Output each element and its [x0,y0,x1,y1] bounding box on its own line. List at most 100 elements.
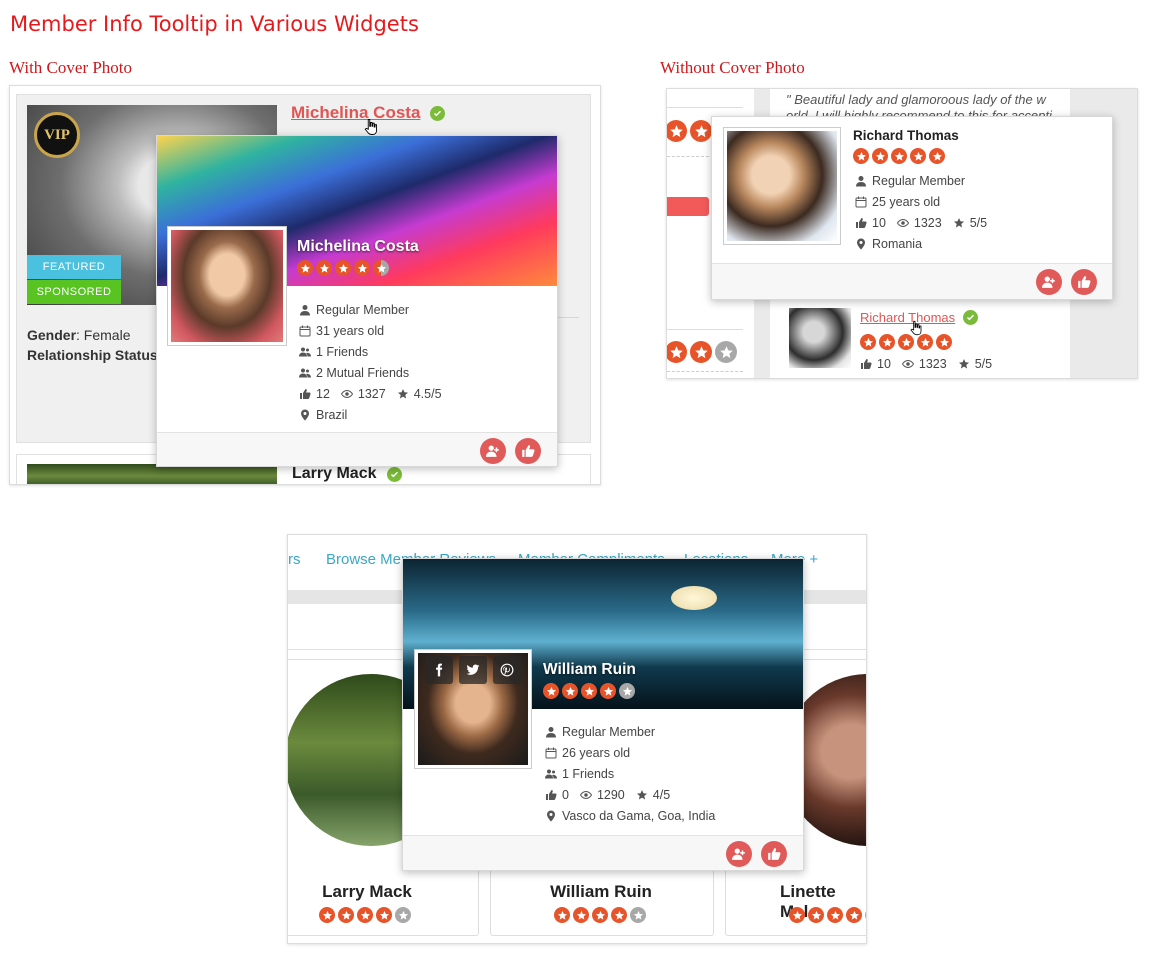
profile-photo[interactable] [171,230,283,342]
sponsored-badge: SPONSORED [27,280,121,304]
tooltip-rating [853,148,945,164]
pinterest-button[interactable] [493,656,521,684]
card-name-william[interactable]: William Ruin [521,882,681,902]
map-pin-icon [299,409,311,421]
star-icon [667,341,687,363]
views-count: 1323 [918,356,947,371]
member-type: Regular Member [872,173,966,188]
star-icon [316,260,332,276]
rating-text: 4/5 [652,787,671,802]
star-icon [630,907,646,923]
stats-row: 12 1327 4.5/5 [299,383,549,404]
star-icon [338,907,354,923]
member-tooltip-william: William Ruin Regular Member 26 years old… [402,558,804,871]
moon-shape [671,586,717,610]
divider [667,329,743,330]
member-name-larry[interactable]: Larry Mack [292,465,377,483]
card-name-larry[interactable]: Larry Mack [288,882,446,902]
star-icon [667,120,687,142]
star-icon [853,148,869,164]
tooltip-name[interactable]: William Ruin [543,661,636,679]
member-name-link[interactable]: Michelina Costa [291,103,420,123]
member-name-row-larry: Larry Mack [292,465,402,483]
facebook-button[interactable] [425,656,453,684]
thumbs-up-icon [767,847,781,861]
add-friend-button[interactable] [726,841,752,867]
eye-icon [897,217,909,229]
red-bar [667,197,709,216]
add-friend-button[interactable] [480,438,506,464]
like-button[interactable] [761,841,787,867]
star-icon [808,907,824,923]
star-icon [581,683,597,699]
member-photo-larry[interactable] [27,464,277,484]
star-icon [573,907,589,923]
profile-photo[interactable] [727,131,837,241]
review-quote-line1: " Beautiful lady and glamoroous lady of … [786,92,1046,107]
thumbs-up-icon [521,444,535,458]
vip-label: VIP [44,126,70,143]
tooltip-rating [297,260,389,276]
like-button[interactable] [1071,269,1097,295]
friends-icon [545,768,557,780]
member-photo-richard[interactable] [789,308,851,368]
cursor-hand-icon [363,117,381,137]
location-row: Vasco da Gama, Goa, India [545,805,795,826]
star-icon [865,907,866,923]
user-icon [855,175,867,187]
tooltip-name[interactable]: Michelina Costa [297,238,419,256]
friends-count[interactable]: 1 Friends [562,767,614,781]
calendar-icon [545,747,557,759]
star-icon [872,148,888,164]
card-rating-william [554,907,646,923]
map-pin-icon [855,238,867,250]
friends-count[interactable]: 1 Friends [316,345,368,359]
star-icon [958,358,970,370]
star-icon [690,120,712,142]
star-icon [953,217,965,229]
star-icon [879,334,895,350]
star-icon [917,334,933,350]
card-rating-linette [789,907,866,923]
star-icon [562,683,578,699]
star-icon [376,907,392,923]
add-friend-button[interactable] [1036,269,1062,295]
star-icon [319,907,335,923]
views-count: 1327 [357,386,386,401]
star-icon [936,334,952,350]
star-icon [543,683,559,699]
star-icon [373,260,389,276]
star-icon [910,148,926,164]
rating-text: 4.5/5 [413,386,442,401]
tooltip-name[interactable]: Richard Thomas [853,128,959,143]
featured-badge: FEATURED [27,255,121,279]
likes-count: 10 [872,215,886,230]
pinterest-icon [500,663,514,677]
relationship-row: Relationship Status: [27,347,162,363]
star-icon [827,907,843,923]
member-name-link[interactable]: Richard Thomas [860,310,955,325]
stats-row: 10 1323 5/5 [855,212,1105,233]
verified-icon [430,105,446,121]
tooltip-footer [403,835,803,870]
location: Brazil [316,407,348,422]
mutual-friends-count[interactable]: 2 Mutual Friends [316,366,409,380]
star-icon [846,907,862,923]
member-type: Regular Member [316,302,410,317]
nav-item-partial[interactable]: rs [288,551,301,568]
tooltip-info: Regular Member 26 years old 1 Friends 0 … [545,721,795,826]
thumbs-up-icon [1077,275,1091,289]
tooltip-info: Regular Member 25 years old 10 1323 5/5 … [855,170,1105,254]
label-without-cover: Without Cover Photo [660,58,805,77]
star-icon [690,341,712,363]
views-count: 1290 [596,787,625,802]
member-tooltip-michelina: Michelina Costa Regular Member 31 years … [156,135,558,467]
like-button[interactable] [515,438,541,464]
star-icon [600,683,616,699]
verified-icon [963,310,979,325]
age: 26 years old [562,745,631,760]
rating-text: 5/5 [974,356,993,371]
twitter-button[interactable] [459,656,487,684]
friends-row: 1 Friends [545,763,795,784]
profile-photo-frame [723,127,841,245]
